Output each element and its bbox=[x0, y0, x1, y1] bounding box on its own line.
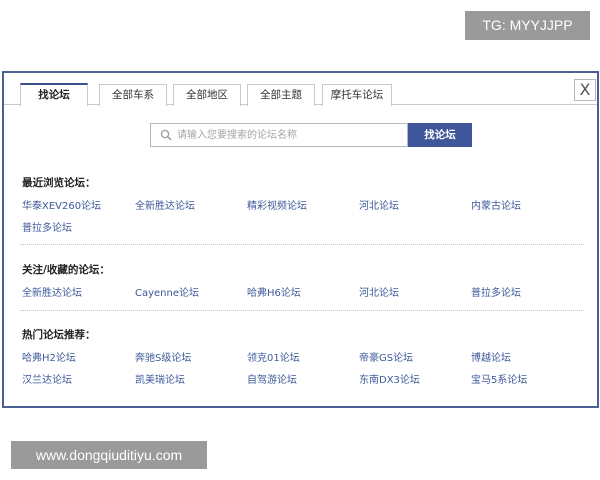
search-input[interactable] bbox=[177, 126, 405, 144]
tab-motorcycle-forum[interactable]: 摩托车论坛 bbox=[322, 84, 392, 106]
forum-link[interactable]: 东南DX3论坛 bbox=[359, 371, 420, 386]
forum-link[interactable]: 哈弗H6论坛 bbox=[247, 284, 301, 299]
search-button[interactable]: 找论坛 bbox=[408, 123, 472, 147]
forum-link[interactable]: 河北论坛 bbox=[359, 197, 399, 212]
close-button[interactable]: X bbox=[574, 79, 596, 101]
watermark-bottom: www.dongqiuditiyu.com bbox=[11, 441, 207, 469]
tab-all-topics[interactable]: 全部主题 bbox=[247, 84, 315, 106]
search-box bbox=[150, 123, 408, 147]
forum-link[interactable]: 内蒙古论坛 bbox=[471, 197, 521, 212]
forum-link[interactable]: 普拉多论坛 bbox=[471, 284, 521, 299]
forum-link[interactable]: 哈弗H2论坛 bbox=[22, 349, 76, 364]
forum-finder-dialog: 找论坛 全部车系 全部地区 全部主题 摩托车论坛 X 找论坛 最近浏览论坛： 华… bbox=[2, 71, 599, 408]
tab-find-forum[interactable]: 找论坛 bbox=[20, 83, 88, 106]
tab-bar: 找论坛 全部车系 全部地区 全部主题 摩托车论坛 bbox=[4, 73, 597, 106]
search-bar: 找论坛 bbox=[150, 123, 472, 147]
forum-link[interactable]: 河北论坛 bbox=[359, 284, 399, 299]
forum-link[interactable]: 普拉多论坛 bbox=[22, 219, 72, 234]
forum-link[interactable]: 华泰XEV260论坛 bbox=[22, 197, 101, 212]
forum-link[interactable]: 全新胜达论坛 bbox=[22, 284, 82, 299]
forum-link[interactable]: 全新胜达论坛 bbox=[135, 197, 195, 212]
forum-link[interactable]: 领克01论坛 bbox=[247, 349, 300, 364]
watermark-top: TG: MYYJJPP bbox=[465, 11, 590, 40]
forum-link[interactable]: 奔驰S级论坛 bbox=[135, 349, 191, 364]
forum-link[interactable]: 自驾游论坛 bbox=[247, 371, 297, 386]
section-title-followed: 关注/收藏的论坛： bbox=[22, 264, 110, 276]
search-icon bbox=[160, 129, 172, 141]
forum-link[interactable]: 精彩视频论坛 bbox=[247, 197, 307, 212]
tab-all-series[interactable]: 全部车系 bbox=[99, 84, 167, 106]
forum-link[interactable]: Cayenne论坛 bbox=[135, 284, 199, 299]
forum-link[interactable]: 宝马5系论坛 bbox=[471, 371, 527, 386]
section-divider bbox=[20, 244, 584, 245]
section-title-recent: 最近浏览论坛： bbox=[22, 177, 96, 189]
forum-link[interactable]: 汉兰达论坛 bbox=[22, 371, 72, 386]
forum-link[interactable]: 凯美瑞论坛 bbox=[135, 371, 185, 386]
forum-link[interactable]: 帝豪GS论坛 bbox=[359, 349, 413, 364]
section-divider bbox=[20, 310, 584, 311]
forum-link[interactable]: 博越论坛 bbox=[471, 349, 511, 364]
tab-all-regions[interactable]: 全部地区 bbox=[173, 84, 241, 106]
section-title-hot: 热门论坛推荐： bbox=[22, 329, 96, 341]
